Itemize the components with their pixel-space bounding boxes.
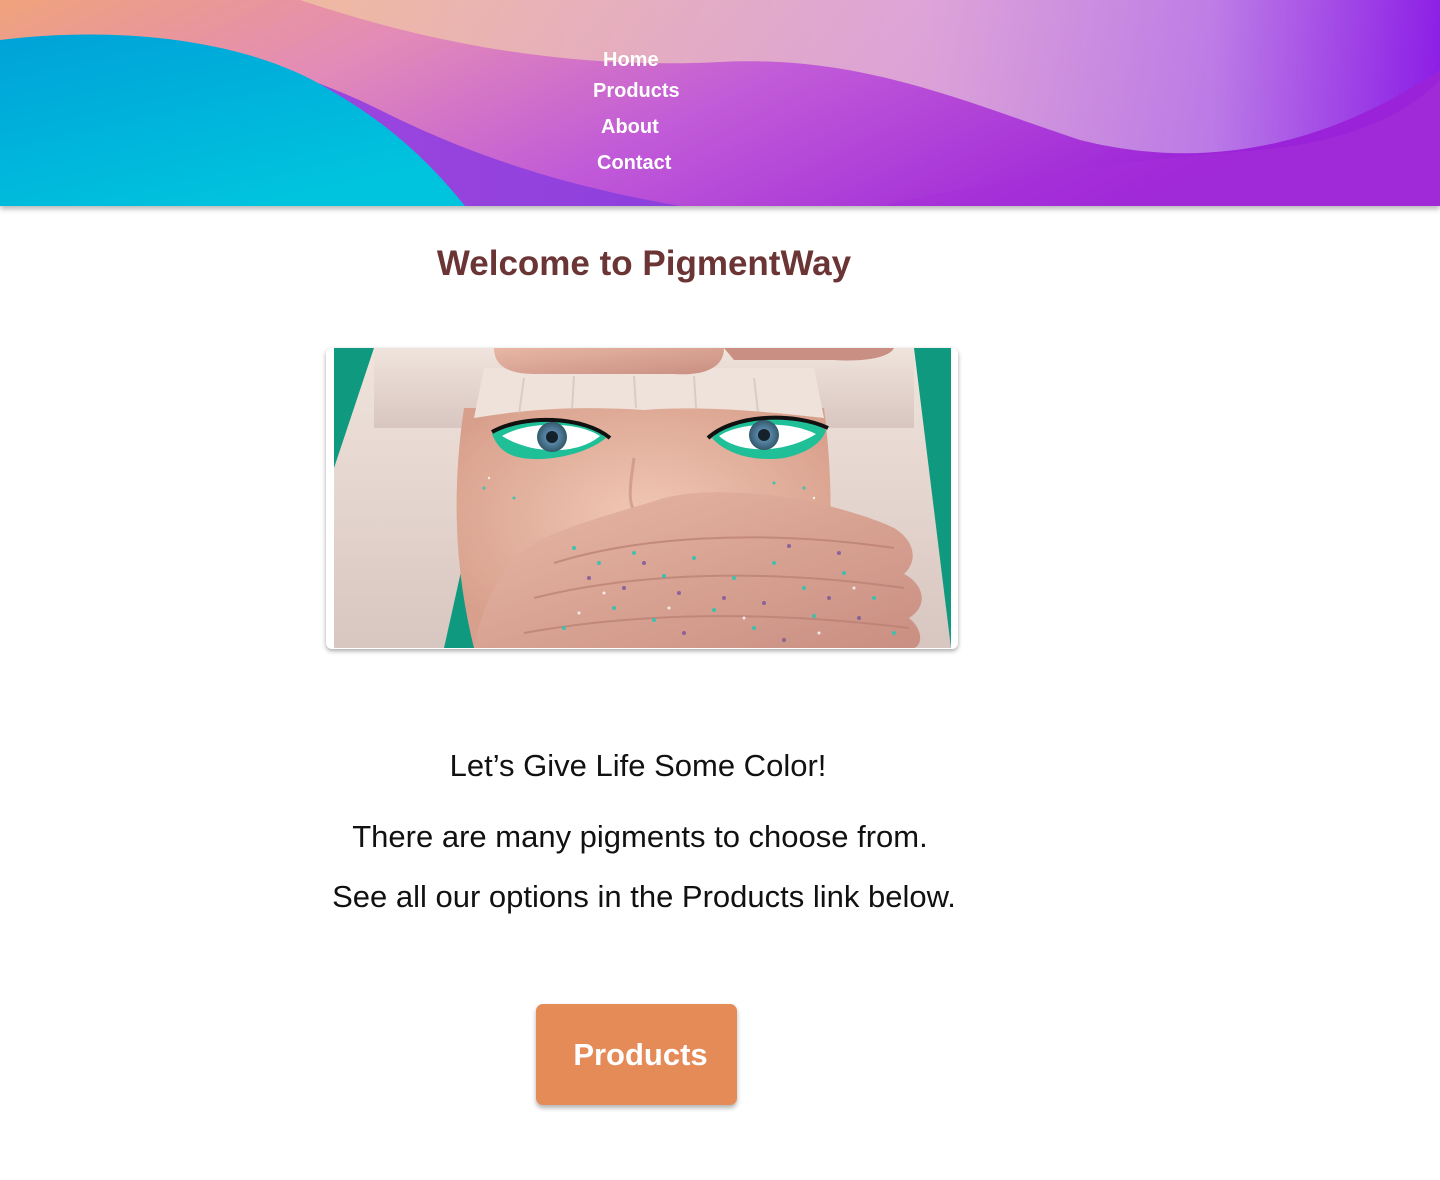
glitter-makeup-photo-icon <box>334 348 951 648</box>
nav-link-contact[interactable]: Contact <box>597 151 671 175</box>
nav-link-about[interactable]: About <box>601 115 659 139</box>
description-line-1: There are many pigments to choose from. <box>352 819 928 854</box>
tagline: Let’s Give Life Some Color! <box>449 748 827 783</box>
site-header: Home Products About Contact <box>0 0 1440 206</box>
page-title: Welcome to PigmentWay <box>436 244 852 283</box>
products-button[interactable]: Products <box>536 1004 737 1105</box>
hero-image <box>326 348 958 649</box>
nav-link-home[interactable]: Home <box>603 48 659 72</box>
page: Home Products About Contact Welcome to P… <box>0 0 1440 1180</box>
nav-link-products[interactable]: Products <box>593 79 680 103</box>
main-nav: Home Products About Contact <box>0 0 1440 206</box>
description-line-2: See all our options in the Products link… <box>332 879 956 914</box>
